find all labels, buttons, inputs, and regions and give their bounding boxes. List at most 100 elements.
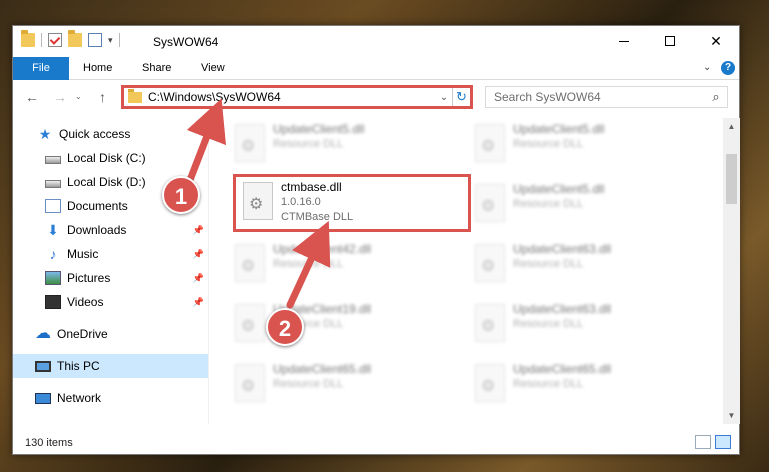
file-description: Resource DLL	[513, 318, 584, 330]
sidebar-item-network[interactable]: Network	[13, 386, 208, 410]
sidebar-item-label: Downloads	[67, 223, 127, 237]
file-item[interactable]: UpdateClient5.dll Resource DLL	[471, 180, 701, 228]
file-name: UpdateClient65.dll	[273, 362, 372, 376]
sidebar-item-onedrive[interactable]: ☁ OneDrive	[13, 322, 208, 346]
sidebar-item-label: Quick access	[59, 127, 131, 141]
file-description: Resource DLL	[513, 258, 584, 270]
window-title: SysWOW64	[153, 35, 219, 49]
sidebar-item-label: Network	[57, 391, 102, 405]
file-item[interactable]: UpdateClient42.dll Resource DLL	[231, 240, 461, 288]
dll-file-icon	[235, 124, 265, 162]
sidebar-item-quick-access[interactable]: ★ Quick access	[13, 122, 208, 146]
address-bar[interactable]: C:\Windows\SysWOW64 ⌄ ↻	[121, 85, 473, 109]
search-icon[interactable]: ⌕	[705, 89, 727, 105]
file-name: UpdateClient63.dll	[513, 242, 612, 256]
back-button[interactable]: ←	[25, 89, 39, 105]
sidebar-item-label: This PC	[57, 359, 100, 373]
onedrive-icon: ☁	[35, 325, 51, 342]
tab-file[interactable]: File	[13, 57, 69, 80]
scroll-up-icon[interactable]: ▲	[723, 118, 740, 135]
file-description: Resource DLL	[273, 378, 344, 390]
navigation-bar: ← → ⌄ ↑ C:\Windows\SysWOW64 ⌄ ↻ Search S…	[13, 80, 739, 116]
pin-icon[interactable]: 📌	[193, 225, 204, 236]
tab-home[interactable]: Home	[71, 57, 124, 80]
search-box[interactable]: Search SysWOW64 ⌕	[485, 86, 728, 108]
file-description: Resource DLL	[273, 138, 344, 150]
forward-button[interactable]: →	[53, 89, 67, 105]
file-item[interactable]: UpdateClient5.dll Resource DLL	[231, 120, 461, 168]
sidebar-item-label: Music	[67, 247, 99, 261]
address-path[interactable]: C:\Windows\SysWOW64	[148, 90, 436, 104]
this-pc-icon	[35, 360, 51, 372]
file-description: Resource DLL	[273, 258, 344, 270]
dll-file-icon	[475, 364, 505, 402]
sidebar-item-label: Videos	[67, 295, 104, 309]
help-icon[interactable]: ?	[721, 61, 735, 75]
toolbar-separator	[41, 33, 42, 47]
maximize-icon	[665, 36, 675, 46]
qat-dropdown-icon[interactable]: ▾	[108, 35, 113, 46]
file-name: UpdateClient5.dll	[273, 122, 365, 136]
folder-icon	[21, 30, 35, 47]
ribbon-tabs: File Home Share View ⌄ ?	[13, 57, 739, 80]
recent-locations-icon[interactable]: ⌄	[75, 92, 82, 101]
vertical-scrollbar[interactable]: ▲ ▼	[723, 118, 740, 424]
folder-icon	[128, 88, 142, 103]
scrollbar-thumb[interactable]	[726, 154, 737, 204]
navigation-pane: ★ Quick access Local Disk (C:) Local Dis…	[13, 118, 208, 424]
close-icon: ✕	[710, 32, 722, 49]
videos-icon	[45, 295, 61, 309]
close-button[interactable]: ✕	[693, 26, 739, 56]
minimize-button[interactable]	[601, 26, 647, 56]
sidebar-item-music[interactable]: ♪ Music 📌	[13, 242, 208, 266]
music-icon: ♪	[49, 246, 57, 262]
address-dropdown-icon[interactable]: ⌄	[436, 92, 452, 103]
tiles-view-icon[interactable]	[715, 435, 731, 449]
file-item[interactable]: UpdateClient63.dll Resource DLL	[471, 240, 701, 288]
properties-check-icon[interactable]	[48, 33, 62, 47]
file-name: UpdateClient42.dll	[273, 242, 372, 256]
star-icon: ★	[38, 126, 52, 142]
details-view-icon[interactable]	[695, 435, 711, 449]
file-name: UpdateClient65.dll	[513, 362, 612, 376]
file-item[interactable]: UpdateClient5.dll Resource DLL	[471, 120, 701, 168]
pin-icon[interactable]: 📌	[193, 273, 204, 284]
scroll-down-icon[interactable]: ▼	[723, 407, 740, 424]
sidebar-item-videos[interactable]: Videos 📌	[13, 290, 208, 314]
maximize-button[interactable]	[647, 26, 693, 56]
tab-share[interactable]: Share	[130, 57, 183, 80]
dll-file-icon	[475, 124, 505, 162]
status-bar: 130 items	[13, 431, 739, 455]
view-switcher	[695, 435, 731, 449]
dll-file-icon	[475, 244, 505, 282]
ribbon-controls: ⌄ ?	[703, 61, 735, 75]
sidebar-item-this-pc[interactable]: This PC	[13, 354, 208, 378]
dll-file-icon	[235, 364, 265, 402]
sidebar-item-label: Local Disk (D:)	[67, 175, 146, 189]
sidebar-item-local-disk-c[interactable]: Local Disk (C:)	[13, 146, 208, 170]
sidebar-item-downloads[interactable]: ⬇ Downloads 📌	[13, 218, 208, 242]
customize-icon[interactable]	[88, 33, 102, 47]
file-item[interactable]: UpdateClient65.dll Resource DLL	[231, 360, 461, 408]
sidebar-item-pictures[interactable]: Pictures 📌	[13, 266, 208, 290]
file-item[interactable]: UpdateClient65.dll Resource DLL	[471, 360, 701, 408]
window-controls: ✕	[601, 26, 739, 56]
expand-ribbon-icon[interactable]: ⌄	[703, 63, 713, 73]
callout-step-1: 1	[162, 176, 200, 214]
refresh-icon[interactable]: ↻	[452, 88, 470, 106]
search-input[interactable]: Search SysWOW64	[486, 90, 705, 104]
new-folder-icon[interactable]	[68, 30, 82, 47]
pin-icon[interactable]: 📌	[193, 249, 204, 260]
minimize-icon	[619, 40, 629, 42]
tab-view[interactable]: View	[189, 57, 237, 80]
sidebar-item-label: Local Disk (C:)	[67, 151, 146, 165]
up-button[interactable]: ↑	[99, 89, 106, 105]
disk-icon	[45, 179, 61, 188]
file-name: UpdateClient63.dll	[513, 302, 612, 316]
pin-icon[interactable]: 📌	[193, 297, 204, 308]
file-item[interactable]: UpdateClient63.dll Resource DLL	[471, 300, 701, 348]
file-list: UpdateClient5.dll Resource DLL ctmbase.d…	[213, 118, 723, 424]
documents-icon	[45, 199, 61, 213]
toolbar-separator	[118, 33, 120, 47]
pane-divider[interactable]	[208, 118, 209, 424]
